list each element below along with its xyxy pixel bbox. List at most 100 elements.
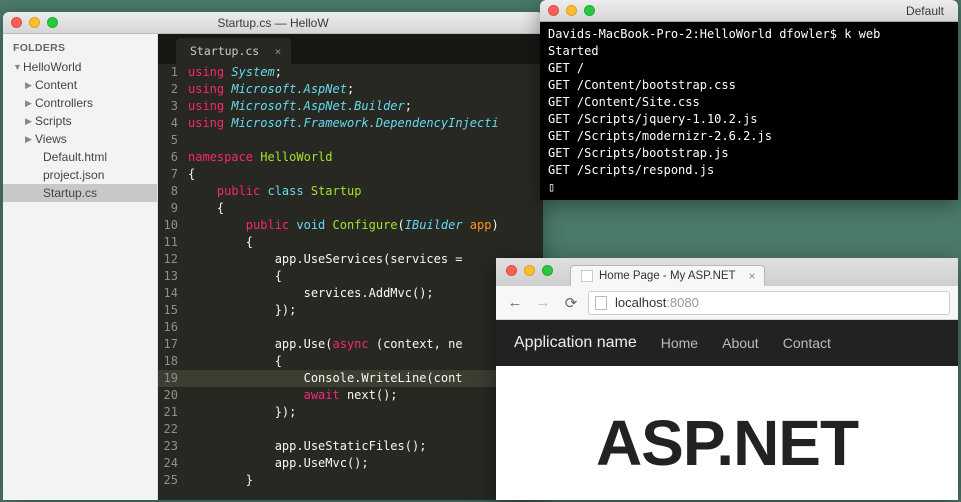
reload-button[interactable]: ⟳: [560, 292, 582, 314]
line-number: 18: [158, 353, 188, 370]
code-line[interactable]: 12 app.UseServices(services =: [158, 251, 543, 268]
terminal-line: GET /: [548, 60, 950, 77]
minimize-icon[interactable]: [566, 5, 577, 16]
close-icon[interactable]: [11, 17, 22, 28]
code-line[interactable]: 24 app.UseMvc();: [158, 455, 543, 472]
code-line[interactable]: 4using Microsoft.Framework.DependencyInj…: [158, 115, 543, 132]
terminal-output[interactable]: Davids-MacBook-Pro-2:HelloWorld dfowler$…: [540, 22, 958, 200]
editor-tab[interactable]: Startup.cs ×: [176, 38, 291, 64]
code-line[interactable]: 15 });: [158, 302, 543, 319]
close-icon[interactable]: [506, 265, 517, 276]
code-line[interactable]: 11 {: [158, 234, 543, 251]
code-line[interactable]: 7{: [158, 166, 543, 183]
code-line[interactable]: 5: [158, 132, 543, 149]
code-line[interactable]: 9 {: [158, 200, 543, 217]
close-icon[interactable]: [548, 5, 559, 16]
maximize-icon[interactable]: [584, 5, 595, 16]
code-line[interactable]: 18 {: [158, 353, 543, 370]
code-text: });: [188, 404, 296, 421]
tree-folder-label: Views: [35, 132, 67, 146]
maximize-icon[interactable]: [542, 265, 553, 276]
page-content: Application name Home About Contact ASP.…: [496, 320, 958, 500]
code-line[interactable]: 16: [158, 319, 543, 336]
code-text: using Microsoft.AspNet;: [188, 81, 354, 98]
code-text: public void Configure(IBuilder app): [188, 217, 499, 234]
line-number: 4: [158, 115, 188, 132]
line-number: 19: [158, 370, 188, 387]
tree-root-label: HelloWorld: [23, 60, 81, 74]
chevron-right-icon: ▶: [25, 134, 35, 145]
code-line[interactable]: 21 });: [158, 404, 543, 421]
code-line[interactable]: 20 await next();: [158, 387, 543, 404]
line-number: 16: [158, 319, 188, 336]
code-line[interactable]: 17 app.Use(async (context, ne: [158, 336, 543, 353]
code-content[interactable]: 1using System;2using Microsoft.AspNet;3u…: [158, 64, 543, 500]
tree-folder[interactable]: ▶Views: [3, 130, 157, 148]
nav-link-home[interactable]: Home: [661, 335, 698, 351]
code-text: app.UseStaticFiles();: [188, 438, 426, 455]
code-text: Console.WriteLine(cont: [188, 370, 463, 387]
back-button[interactable]: ←: [504, 292, 526, 314]
code-line[interactable]: 3using Microsoft.AspNet.Builder;: [158, 98, 543, 115]
line-number: 24: [158, 455, 188, 472]
code-editor: Startup.cs × 1using System;2using Micros…: [158, 34, 543, 500]
code-line[interactable]: 6namespace HelloWorld: [158, 149, 543, 166]
code-line[interactable]: 23 app.UseStaticFiles();: [158, 438, 543, 455]
editor-titlebar[interactable]: Startup.cs — HelloW: [3, 12, 543, 34]
chevron-right-icon: ▶: [25, 80, 35, 91]
forward-button[interactable]: →: [532, 292, 554, 314]
close-tab-icon[interactable]: ×: [749, 269, 756, 283]
terminal-window: Default Davids-MacBook-Pro-2:HelloWorld …: [540, 0, 958, 200]
code-line[interactable]: 14 services.AddMvc();: [158, 285, 543, 302]
minimize-icon[interactable]: [524, 265, 535, 276]
close-tab-icon[interactable]: ×: [275, 45, 282, 58]
terminal-titlebar[interactable]: Default: [540, 0, 958, 22]
terminal-cursor: ▯: [548, 179, 950, 196]
nav-link-about[interactable]: About: [722, 335, 759, 351]
code-line[interactable]: 13 {: [158, 268, 543, 285]
maximize-icon[interactable]: [47, 17, 58, 28]
browser-tab[interactable]: Home Page - My ASP.NET ×: [570, 265, 765, 286]
terminal-line: Started: [548, 43, 950, 60]
tree-folder[interactable]: ▶Controllers: [3, 94, 157, 112]
code-text: services.AddMvc();: [188, 285, 434, 302]
code-line[interactable]: 8 public class Startup: [158, 183, 543, 200]
chevron-down-icon: ▼: [13, 62, 23, 72]
code-text: public class Startup: [188, 183, 361, 200]
minimize-icon[interactable]: [29, 17, 40, 28]
site-brand[interactable]: Application name: [514, 334, 637, 352]
tree-file[interactable]: Startup.cs: [3, 184, 157, 202]
code-line[interactable]: 19 Console.WriteLine(cont: [158, 370, 543, 387]
tree-root[interactable]: ▼ HelloWorld: [3, 58, 157, 76]
line-number: 20: [158, 387, 188, 404]
code-text: await next();: [188, 387, 398, 404]
terminal-title: Default: [906, 4, 944, 18]
browser-window: Home Page - My ASP.NET × ← → ⟳ localhost…: [496, 258, 958, 500]
code-line[interactable]: 10 public void Configure(IBuilder app): [158, 217, 543, 234]
tree-file[interactable]: Default.html: [3, 148, 157, 166]
code-line[interactable]: 25 }: [158, 472, 543, 489]
browser-toolbar: ← → ⟳ localhost:8080: [496, 286, 958, 320]
code-text: {: [188, 166, 195, 183]
url-host: localhost: [615, 295, 666, 310]
line-number: 8: [158, 183, 188, 200]
tab-label: Startup.cs: [190, 44, 259, 58]
tree-folder[interactable]: ▶Content: [3, 76, 157, 94]
code-line[interactable]: 22: [158, 421, 543, 438]
code-text: using System;: [188, 64, 282, 81]
line-number: 6: [158, 149, 188, 166]
tree-file-label: Startup.cs: [43, 186, 97, 200]
nav-link-contact[interactable]: Contact: [783, 335, 831, 351]
tree-folder-label: Scripts: [35, 114, 72, 128]
line-number: 14: [158, 285, 188, 302]
tree-folder[interactable]: ▶Scripts: [3, 112, 157, 130]
tab-bar: Startup.cs ×: [158, 34, 543, 64]
code-line[interactable]: 2using Microsoft.AspNet;: [158, 81, 543, 98]
tree-file[interactable]: project.json: [3, 166, 157, 184]
address-bar[interactable]: localhost:8080: [588, 291, 950, 315]
editor-traffic-lights: [11, 17, 58, 28]
line-number: 1: [158, 64, 188, 81]
line-number: 15: [158, 302, 188, 319]
code-line[interactable]: 1using System;: [158, 64, 543, 81]
terminal-line: GET /Scripts/jquery-1.10.2.js: [548, 111, 950, 128]
